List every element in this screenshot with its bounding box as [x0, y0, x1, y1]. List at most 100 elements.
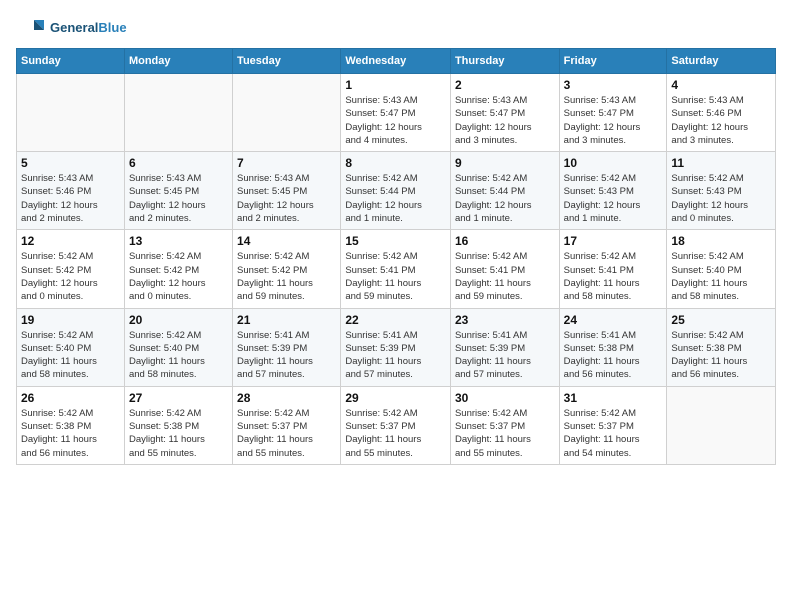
calendar-cell: 18 Sunrise: 5:42 AM Sunset: 5:40 PM Dayli…	[667, 230, 776, 308]
day-number: 26	[21, 391, 120, 405]
day-number: 24	[564, 313, 663, 327]
calendar-cell: 3Sunrise: 5:43 AM Sunset: 5:47 PM Daylig…	[559, 74, 667, 152]
calendar-week-3: 12Sunrise: 5:42 AM Sunset: 5:42 PM Dayli…	[17, 230, 776, 308]
calendar-cell: 8 Sunrise: 5:42 AM Sunset: 5:44 PM Daylig…	[341, 152, 451, 230]
calendar-cell: 12Sunrise: 5:42 AM Sunset: 5:42 PM Dayli…	[17, 230, 125, 308]
day-number: 22	[345, 313, 446, 327]
calendar-cell: 24 Sunrise: 5:41 AM Sunset: 5:38 PM Dayli…	[559, 308, 667, 386]
day-number: 3	[564, 78, 663, 92]
calendar-cell	[17, 74, 125, 152]
calendar-cell: 19Sunrise: 5:42 AM Sunset: 5:40 PM Dayli…	[17, 308, 125, 386]
calendar-cell: 14 Sunrise: 5:42 AM Sunset: 5:42 PM Dayli…	[233, 230, 341, 308]
day-info: Sunrise: 5:42 AM Sunset: 5:43 PM Dayligh…	[564, 172, 663, 225]
day-info: Sunrise: 5:43 AM Sunset: 5:45 PM Dayligh…	[129, 172, 228, 225]
logo: GeneralBlue	[16, 16, 127, 40]
day-info: Sunrise: 5:43 AM Sunset: 5:46 PM Dayligh…	[671, 94, 771, 147]
calendar-cell: 23 Sunrise: 5:41 AM Sunset: 5:39 PM Dayli…	[450, 308, 559, 386]
day-number: 27	[129, 391, 228, 405]
day-number: 25	[671, 313, 771, 327]
calendar-cell: 26 Sunrise: 5:42 AM Sunset: 5:38 PM Dayli…	[17, 386, 125, 464]
day-number: 31	[564, 391, 663, 405]
calendar-week-5: 26 Sunrise: 5:42 AM Sunset: 5:38 PM Dayli…	[17, 386, 776, 464]
day-number: 18	[671, 234, 771, 248]
day-info: Sunrise: 5:42 AM Sunset: 5:42 PM Dayligh…	[237, 250, 336, 303]
day-info: Sunrise: 5:42 AM Sunset: 5:38 PM Dayligh…	[21, 407, 120, 460]
day-info: Sunrise: 5:42 AM Sunset: 5:41 PM Dayligh…	[455, 250, 555, 303]
day-number: 15	[345, 234, 446, 248]
day-info: Sunrise: 5:43 AM Sunset: 5:46 PM Dayligh…	[21, 172, 120, 225]
day-number: 20	[129, 313, 228, 327]
calendar-week-4: 19Sunrise: 5:42 AM Sunset: 5:40 PM Dayli…	[17, 308, 776, 386]
day-info: Sunrise: 5:42 AM Sunset: 5:40 PM Dayligh…	[129, 329, 228, 382]
day-header-saturday: Saturday	[667, 49, 776, 74]
logo-text: GeneralBlue	[50, 20, 127, 36]
calendar-cell: 2 Sunrise: 5:43 AM Sunset: 5:47 PM Daylig…	[450, 74, 559, 152]
day-number: 14	[237, 234, 336, 248]
day-info: Sunrise: 5:42 AM Sunset: 5:41 PM Dayligh…	[564, 250, 663, 303]
calendar-week-2: 5 Sunrise: 5:43 AM Sunset: 5:46 PM Daylig…	[17, 152, 776, 230]
day-number: 9	[455, 156, 555, 170]
day-info: Sunrise: 5:42 AM Sunset: 5:40 PM Dayligh…	[671, 250, 771, 303]
calendar-cell: 13 Sunrise: 5:42 AM Sunset: 5:42 PM Dayli…	[124, 230, 232, 308]
calendar-cell: 29Sunrise: 5:42 AM Sunset: 5:37 PM Dayli…	[341, 386, 451, 464]
day-number: 13	[129, 234, 228, 248]
day-header-monday: Monday	[124, 49, 232, 74]
day-info: Sunrise: 5:41 AM Sunset: 5:39 PM Dayligh…	[237, 329, 336, 382]
calendar-cell: 4 Sunrise: 5:43 AM Sunset: 5:46 PM Daylig…	[667, 74, 776, 152]
calendar-cell: 17 Sunrise: 5:42 AM Sunset: 5:41 PM Dayli…	[559, 230, 667, 308]
day-number: 5	[21, 156, 120, 170]
calendar-cell: 20 Sunrise: 5:42 AM Sunset: 5:40 PM Dayli…	[124, 308, 232, 386]
calendar-cell	[233, 74, 341, 152]
calendar-cell: 22 Sunrise: 5:41 AM Sunset: 5:39 PM Dayli…	[341, 308, 451, 386]
calendar-cell: 9 Sunrise: 5:42 AM Sunset: 5:44 PM Daylig…	[450, 152, 559, 230]
calendar-cell: 5 Sunrise: 5:43 AM Sunset: 5:46 PM Daylig…	[17, 152, 125, 230]
day-number: 8	[345, 156, 446, 170]
day-info: Sunrise: 5:41 AM Sunset: 5:38 PM Dayligh…	[564, 329, 663, 382]
day-number: 7	[237, 156, 336, 170]
header: GeneralBlue	[16, 16, 776, 40]
calendar-cell: 31Sunrise: 5:42 AM Sunset: 5:37 PM Dayli…	[559, 386, 667, 464]
calendar-cell: 27Sunrise: 5:42 AM Sunset: 5:38 PM Dayli…	[124, 386, 232, 464]
day-header-sunday: Sunday	[17, 49, 125, 74]
calendar-table: SundayMondayTuesdayWednesdayThursdayFrid…	[16, 48, 776, 465]
calendar-cell	[124, 74, 232, 152]
calendar-cell: 11 Sunrise: 5:42 AM Sunset: 5:43 PM Dayli…	[667, 152, 776, 230]
day-info: Sunrise: 5:42 AM Sunset: 5:37 PM Dayligh…	[455, 407, 555, 460]
day-number: 28	[237, 391, 336, 405]
day-info: Sunrise: 5:42 AM Sunset: 5:43 PM Dayligh…	[671, 172, 771, 225]
calendar-cell: 6 Sunrise: 5:43 AM Sunset: 5:45 PM Daylig…	[124, 152, 232, 230]
day-info: Sunrise: 5:41 AM Sunset: 5:39 PM Dayligh…	[455, 329, 555, 382]
calendar-cell: 15 Sunrise: 5:42 AM Sunset: 5:41 PM Dayli…	[341, 230, 451, 308]
day-header-thursday: Thursday	[450, 49, 559, 74]
day-number: 11	[671, 156, 771, 170]
day-number: 4	[671, 78, 771, 92]
day-info: Sunrise: 5:42 AM Sunset: 5:37 PM Dayligh…	[345, 407, 446, 460]
day-number: 23	[455, 313, 555, 327]
day-number: 1	[345, 78, 446, 92]
day-info: Sunrise: 5:42 AM Sunset: 5:38 PM Dayligh…	[671, 329, 771, 382]
calendar-cell: 28 Sunrise: 5:42 AM Sunset: 5:37 PM Dayli…	[233, 386, 341, 464]
calendar-cell: 21Sunrise: 5:41 AM Sunset: 5:39 PM Dayli…	[233, 308, 341, 386]
day-info: Sunrise: 5:42 AM Sunset: 5:37 PM Dayligh…	[237, 407, 336, 460]
day-info: Sunrise: 5:43 AM Sunset: 5:47 PM Dayligh…	[345, 94, 446, 147]
day-number: 30	[455, 391, 555, 405]
day-header-tuesday: Tuesday	[233, 49, 341, 74]
day-info: Sunrise: 5:42 AM Sunset: 5:40 PM Dayligh…	[21, 329, 120, 382]
calendar-cell: 1 Sunrise: 5:43 AM Sunset: 5:47 PM Daylig…	[341, 74, 451, 152]
calendar-cell: 16Sunrise: 5:42 AM Sunset: 5:41 PM Dayli…	[450, 230, 559, 308]
day-number: 6	[129, 156, 228, 170]
day-info: Sunrise: 5:43 AM Sunset: 5:45 PM Dayligh…	[237, 172, 336, 225]
day-info: Sunrise: 5:42 AM Sunset: 5:42 PM Dayligh…	[21, 250, 120, 303]
day-info: Sunrise: 5:41 AM Sunset: 5:39 PM Dayligh…	[345, 329, 446, 382]
calendar-cell	[667, 386, 776, 464]
day-number: 17	[564, 234, 663, 248]
day-info: Sunrise: 5:42 AM Sunset: 5:41 PM Dayligh…	[345, 250, 446, 303]
calendar-cell: 30 Sunrise: 5:42 AM Sunset: 5:37 PM Dayli…	[450, 386, 559, 464]
day-number: 10	[564, 156, 663, 170]
day-info: Sunrise: 5:42 AM Sunset: 5:44 PM Dayligh…	[345, 172, 446, 225]
day-info: Sunrise: 5:42 AM Sunset: 5:44 PM Dayligh…	[455, 172, 555, 225]
day-info: Sunrise: 5:42 AM Sunset: 5:42 PM Dayligh…	[129, 250, 228, 303]
day-number: 2	[455, 78, 555, 92]
day-header-wednesday: Wednesday	[341, 49, 451, 74]
day-info: Sunrise: 5:43 AM Sunset: 5:47 PM Dayligh…	[455, 94, 555, 147]
